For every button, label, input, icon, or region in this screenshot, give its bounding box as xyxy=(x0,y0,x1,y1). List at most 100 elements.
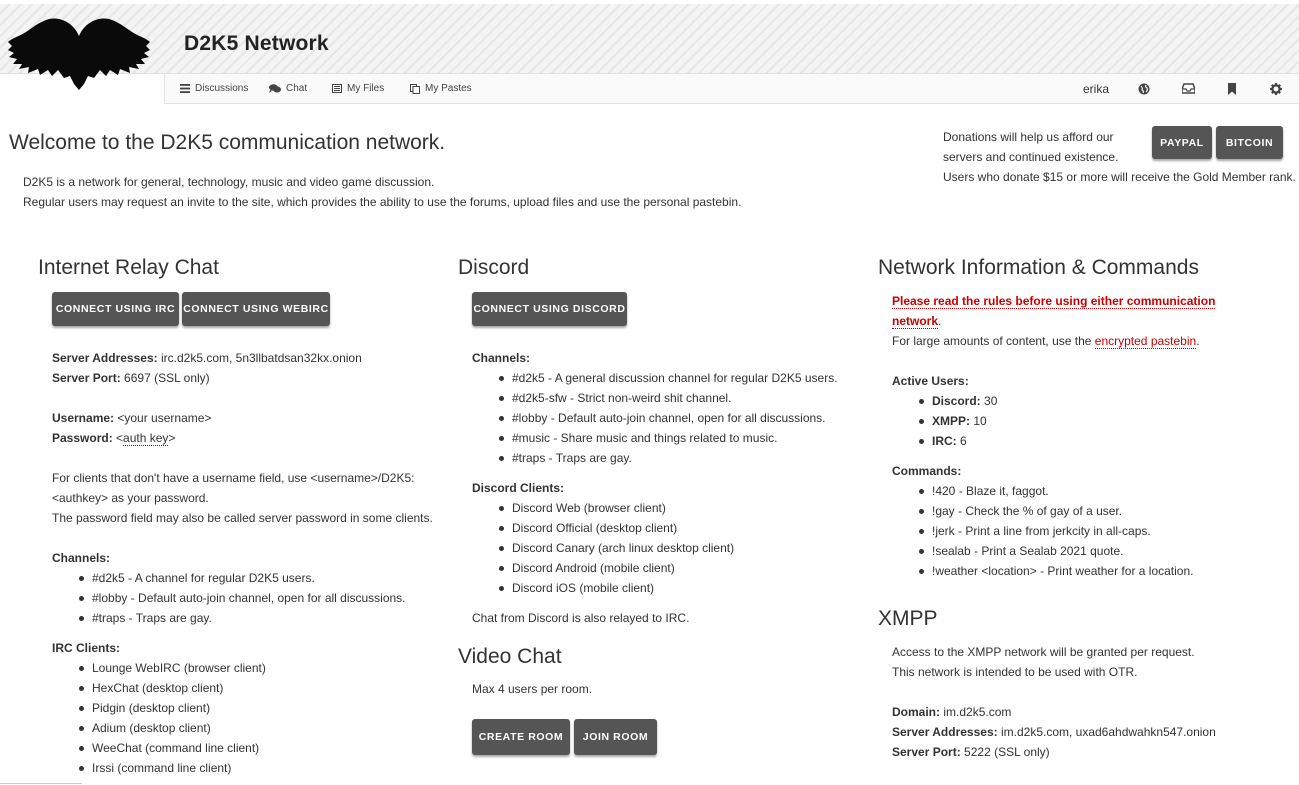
welcome-title: Welcome to the D2K5 communication networ… xyxy=(9,131,446,154)
nav-discussions[interactable]: Discussions xyxy=(180,83,248,94)
rules-link[interactable]: Please read the rules before using eithe… xyxy=(892,294,1216,309)
irc-username: Username: <your username> xyxy=(52,408,211,428)
bookmark-icon[interactable] xyxy=(1227,83,1237,95)
irc-channels-label: Channels: xyxy=(52,551,111,565)
list-item: #traps - Traps are gay. xyxy=(72,608,406,628)
field-label: Server Port: xyxy=(52,371,121,385)
pastes-icon xyxy=(410,83,420,94)
connect-discord-button[interactable]: CONNECT USING DISCORD xyxy=(472,292,627,326)
list-item: !jerk - Print a line from jerkcity in al… xyxy=(912,521,1193,541)
field-label: Username: xyxy=(52,411,115,425)
list-item: #d2k5 - A general discussion channel for… xyxy=(492,368,838,388)
irc-channels-list: #d2k5 - A channel for regular D2K5 users… xyxy=(72,568,406,628)
globe-icon[interactable] xyxy=(1138,83,1150,95)
field-value: im.d2k5.com, uxad6ahdwahkn547.onion xyxy=(1000,725,1216,739)
gear-icon[interactable] xyxy=(1270,83,1282,95)
xmpp-server-addresses: Server Addresses: im.d2k5.com, uxad6ahdw… xyxy=(892,722,1216,742)
pastebin-text: For large amounts of content, use the xyxy=(892,334,1095,348)
field-value: im.d2k5.com xyxy=(943,705,1012,719)
punctuation: . xyxy=(1196,334,1200,348)
bars-icon xyxy=(180,84,190,93)
field-value: > xyxy=(168,431,176,445)
field-value: < xyxy=(116,431,124,445)
nav-label: My Files xyxy=(347,83,385,94)
active-users-list: Discord: 30 XMPP: 10 IRC: 6 xyxy=(912,391,997,451)
list-item: Pidgin (desktop client) xyxy=(72,698,266,718)
field-value: 6697 (SSL only) xyxy=(124,371,210,385)
commands-label: Commands: xyxy=(892,464,962,478)
file-list-icon xyxy=(332,84,342,93)
list-item: Discord Canary (arch linux desktop clien… xyxy=(492,538,734,558)
discord-clients-list: Discord Web (browser client) Discord Off… xyxy=(492,498,734,598)
rules-link[interactable]: network xyxy=(892,314,939,329)
list-item: Discord iOS (mobile client) xyxy=(492,578,734,598)
list-item: #lobby - Default auto-join channel, open… xyxy=(72,588,406,608)
service-name: XMPP: xyxy=(932,414,971,428)
irc-server-addresses: Server Addresses: irc.d2k5.com, 5n3llbat… xyxy=(52,348,362,368)
xmpp-title: XMPP xyxy=(878,607,938,630)
welcome-line: Regular users may request an invite to t… xyxy=(23,195,742,209)
create-room-button[interactable]: CREATE ROOM xyxy=(472,719,570,755)
list-item: #traps - Traps are gay. xyxy=(492,448,838,468)
join-room-button[interactable]: JOIN ROOM xyxy=(574,719,657,755)
inbox-icon[interactable] xyxy=(1182,83,1195,94)
nav-label: Discussions xyxy=(195,83,249,94)
connect-irc-button[interactable]: CONNECT USING IRC xyxy=(52,292,179,326)
field-value: <your username> xyxy=(117,411,212,425)
list-item: Discord Official (desktop client) xyxy=(492,518,734,538)
list-item: HexChat (desktop client) xyxy=(72,678,266,698)
irc-password: Password: <auth key> xyxy=(52,428,175,448)
list-item: #d2k5-sfw - Strict non-weird shit channe… xyxy=(492,388,838,408)
commands-list: !420 - Blaze it, faggot. !gay - Check th… xyxy=(912,481,1193,581)
network-info-title: Network Information & Commands xyxy=(878,256,1199,279)
discord-relay-note: Chat from Discord is also relayed to IRC… xyxy=(472,611,690,625)
xmpp-domain: Domain: im.d2k5.com xyxy=(892,702,1011,722)
service-name: IRC: xyxy=(932,434,957,448)
irc-clients-label: IRC Clients: xyxy=(52,641,121,655)
nav-my-pastes[interactable]: My Pastes xyxy=(410,83,472,94)
irc-title: Internet Relay Chat xyxy=(38,256,219,279)
list-item: Discord Android (mobile client) xyxy=(492,558,734,578)
video-chat-note: Max 4 users per room. xyxy=(472,682,593,696)
field-label: Password: xyxy=(52,431,113,445)
connect-webirc-button[interactable]: CONNECT USING WEBIRC xyxy=(182,292,330,326)
field-label: Server Addresses: xyxy=(892,725,998,739)
field-label: Domain: xyxy=(892,705,940,719)
irc-note: For clients that don't have a username f… xyxy=(52,468,433,528)
username-link[interactable]: erika xyxy=(1083,82,1109,96)
field-value: irc.d2k5.com, 5n3llbatdsan32kx.onion xyxy=(160,351,362,365)
discord-channels-label: Channels: xyxy=(472,351,531,365)
nav-label: My Pastes xyxy=(425,83,472,94)
bitcoin-button[interactable]: BITCOIN xyxy=(1216,126,1283,159)
pastebin-link[interactable]: encrypted pastebin xyxy=(1094,334,1197,349)
top-navbar: Discussions Chat My Files My Pastes erik… xyxy=(164,74,1299,104)
pastebin-note: For large amounts of content, use the en… xyxy=(892,331,1200,351)
list-item: XMPP: 10 xyxy=(912,411,997,431)
discord-title: Discord xyxy=(458,256,530,279)
xmpp-server-port: Server Port: 5222 (SSL only) xyxy=(892,742,1050,762)
punctuation: . xyxy=(938,314,942,328)
service-name: Discord: xyxy=(932,394,981,408)
user-count: 6 xyxy=(960,434,967,448)
winged-heart-logo[interactable] xyxy=(8,16,150,90)
active-users-label: Active Users: xyxy=(892,374,969,388)
user-count: 30 xyxy=(984,394,998,408)
video-chat-title: Video Chat xyxy=(458,645,562,668)
nav-my-files[interactable]: My Files xyxy=(332,83,384,94)
list-item: Lounge WebIRC (browser client) xyxy=(72,658,266,678)
list-item: #music - Share music and things related … xyxy=(492,428,838,448)
welcome-line: D2K5 is a network for general, technolog… xyxy=(23,175,435,189)
nav-chat[interactable]: Chat xyxy=(269,83,307,94)
xmpp-description: Access to the XMPP network will be grant… xyxy=(892,642,1195,682)
discord-clients-label: Discord Clients: xyxy=(472,481,565,495)
rules-notice: Please read the rules before using eithe… xyxy=(892,291,1216,331)
field-value: 5222 (SSL only) xyxy=(964,745,1050,759)
list-item: #lobby - Default auto-join channel, open… xyxy=(492,408,838,428)
nav-label: Chat xyxy=(286,83,308,94)
list-item: !gay - Check the % of gay of a user. xyxy=(912,501,1193,521)
paypal-button[interactable]: PAYPAL xyxy=(1152,126,1212,159)
site-title[interactable]: D2K5 Network xyxy=(184,32,329,56)
irc-server-port: Server Port: 6697 (SSL only) xyxy=(52,368,210,388)
auth-key-tooltip[interactable]: auth key xyxy=(123,431,169,446)
discord-channels-list: #d2k5 - A general discussion channel for… xyxy=(492,368,838,468)
